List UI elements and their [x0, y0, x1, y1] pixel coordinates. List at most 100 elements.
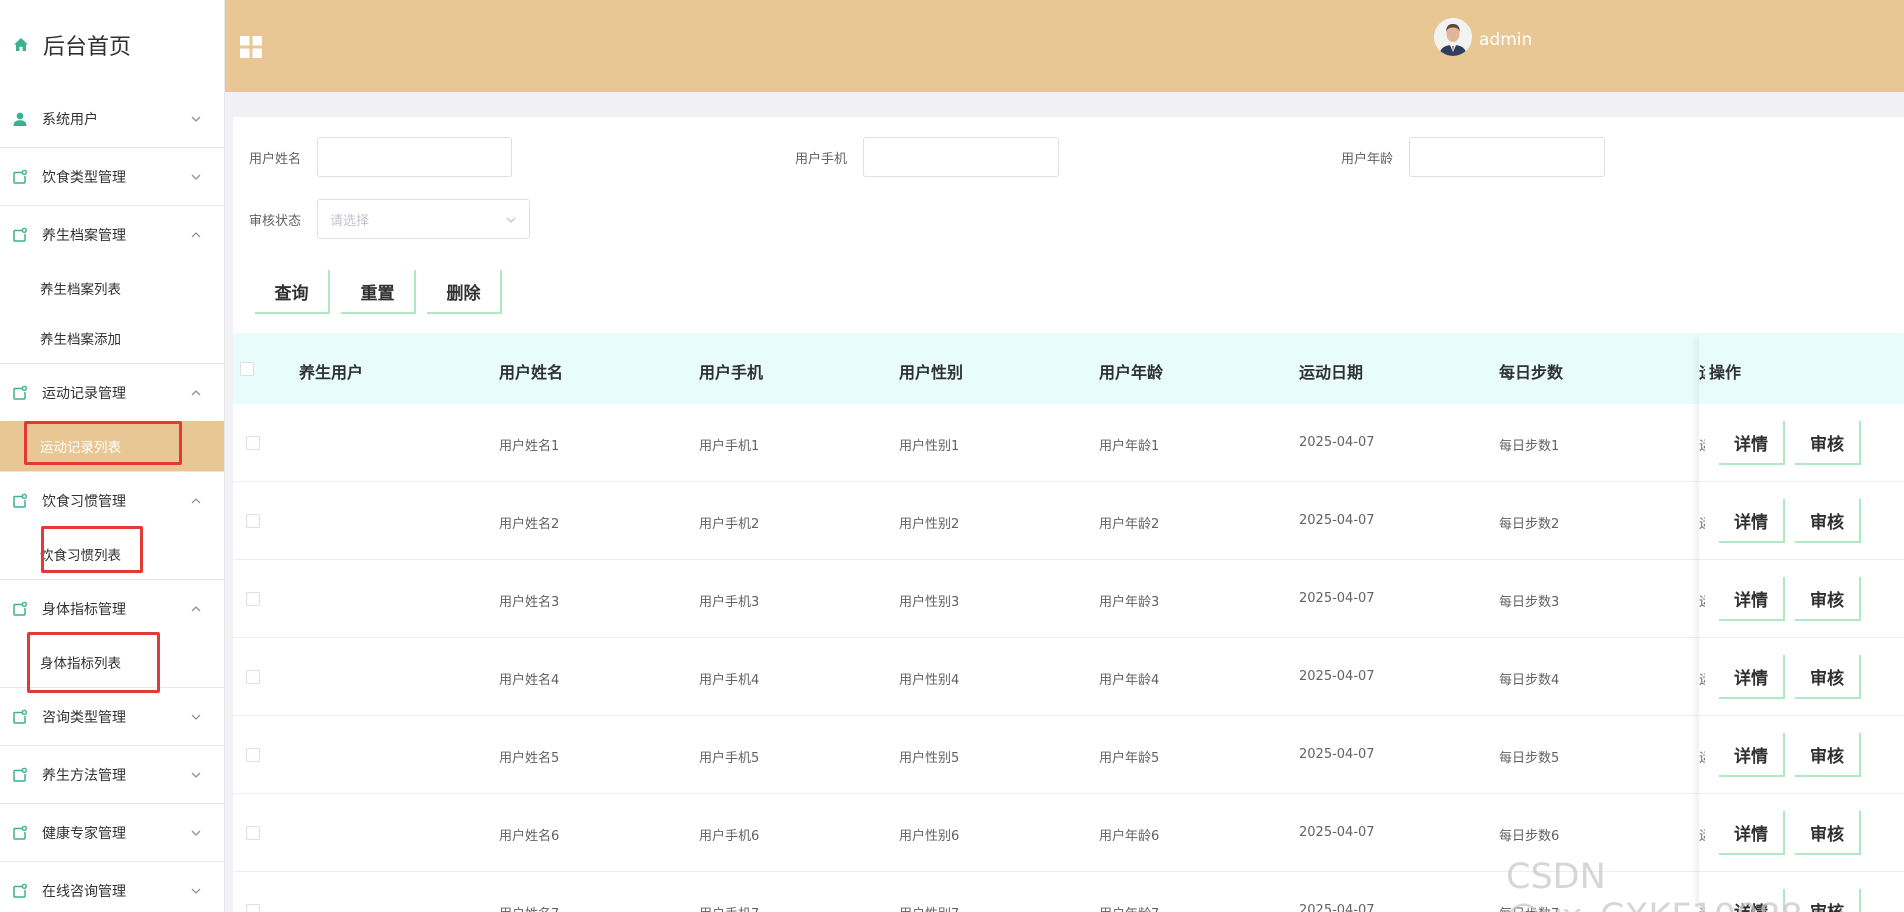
filter-age-input[interactable] [1409, 137, 1605, 177]
cell-gender: 用户性别2 [899, 517, 960, 532]
table-row: 用户姓名1 用户手机1 用户性别1 用户年龄1 2025-04-07 每日步数1… [233, 404, 1904, 482]
cell-clipped: 运 [1699, 513, 1705, 532]
cell-name: 用户姓名4 [499, 673, 560, 688]
avatar[interactable] [1434, 18, 1472, 56]
cell-age: 用户年龄4 [1099, 673, 1160, 688]
menu-group-online-consult: 在线咨询管理 [0, 862, 224, 912]
delete-button[interactable]: 删除 [427, 270, 502, 314]
menu-head-diet-type[interactable]: 饮食类型管理 [0, 148, 224, 205]
row-checkbox[interactable] [246, 670, 260, 684]
menu-label: 系统用户 [42, 111, 98, 128]
menu-label: 运动记录管理 [42, 385, 126, 402]
menu-head-exercise-record[interactable]: 运动记录管理 [0, 364, 224, 421]
detail-button[interactable]: 详情 [1719, 733, 1785, 777]
row-checkbox[interactable] [246, 748, 260, 762]
brand[interactable]: 后台首页 [0, 0, 224, 90]
cell-clipped: 运 [1699, 591, 1705, 610]
row-checkbox[interactable] [246, 436, 260, 450]
cell-phone: 用户手机2 [699, 517, 760, 532]
menu-label: 饮食类型管理 [42, 169, 126, 186]
col-user-gender: 用户性别 [899, 363, 964, 382]
module-icon [13, 227, 28, 242]
module-icon [13, 709, 28, 724]
menu-group-consult-type: 咨询类型管理 [0, 688, 224, 746]
audit-button[interactable]: 审核 [1795, 811, 1861, 855]
menu-group-system-users: 系统用户 [0, 90, 224, 148]
menu-head-consult-type[interactable]: 咨询类型管理 [0, 688, 224, 745]
menu-head-health-archive[interactable]: 养生档案管理 [0, 206, 224, 263]
row-checkbox[interactable] [246, 592, 260, 606]
reset-button[interactable]: 重置 [341, 270, 416, 314]
cell-gender: 用户性别3 [899, 595, 960, 610]
chevron-down-icon [191, 714, 201, 720]
module-icon [13, 601, 28, 616]
select-all-checkbox[interactable] [240, 362, 254, 376]
row-checkbox[interactable] [246, 514, 260, 528]
cell-age: 用户年龄3 [1099, 595, 1160, 610]
filter-phone-input[interactable] [863, 137, 1059, 177]
cell-phone: 用户手机5 [699, 751, 760, 766]
menu-head-online-consult[interactable]: 在线咨询管理 [0, 862, 224, 912]
audit-button[interactable]: 审核 [1795, 655, 1861, 699]
top-header: admin [225, 0, 1904, 92]
cell-date: 2025-04-07 [1299, 747, 1375, 762]
sidebar-item-archive-add[interactable]: 养生档案添加 [0, 313, 224, 363]
cell-date: 2025-04-07 [1299, 669, 1375, 684]
menu-head-system-users[interactable]: 系统用户 [0, 90, 224, 147]
col-user-age: 用户年龄 [1099, 363, 1164, 382]
col-user-name: 用户姓名 [499, 363, 564, 382]
cell-phone: 用户手机3 [699, 595, 760, 610]
detail-button[interactable]: 详情 [1719, 655, 1785, 699]
table-header: 养生用户 用户姓名 用户手机 用户性别 用户年龄 运动日期 每日步数 运 操作 [233, 333, 1904, 404]
sidebar-item-diet-habit-list[interactable]: 饮食习惯列表 [0, 529, 224, 579]
cell-name: 用户姓名6 [499, 829, 560, 844]
brand-title: 后台首页 [43, 35, 132, 60]
detail-button[interactable]: 详情 [1719, 577, 1785, 621]
menu-head-health-expert[interactable]: 健康专家管理 [0, 804, 224, 861]
detail-button[interactable]: 详情 [1719, 811, 1785, 855]
filter-phone-label: 用户手机 [795, 152, 848, 167]
filter-status-label: 审核状态 [249, 214, 302, 229]
table-row: 用户姓名6 用户手机6 用户性别6 用户年龄6 2025-04-07 每日步数6… [233, 794, 1904, 872]
cell-age: 用户年龄5 [1099, 751, 1160, 766]
username[interactable]: admin [1479, 30, 1532, 50]
chevron-down-icon [191, 116, 201, 122]
query-button[interactable]: 查询 [255, 270, 330, 314]
grid-menu-icon[interactable] [240, 36, 262, 58]
cell-clipped: 运 [1699, 669, 1705, 688]
menu-head-diet-habit[interactable]: 饮食习惯管理 [0, 472, 224, 529]
chevron-down-icon [191, 888, 201, 894]
audit-button[interactable]: 审核 [1795, 577, 1861, 621]
cell-gender: 用户性别6 [899, 829, 960, 844]
cell-name: 用户姓名3 [499, 595, 560, 610]
detail-button[interactable]: 详情 [1719, 499, 1785, 543]
audit-button[interactable]: 审核 [1795, 421, 1861, 465]
module-icon [13, 169, 28, 184]
chevron-down-icon [506, 217, 516, 223]
menu-label: 养生方法管理 [42, 767, 126, 784]
cell-gender: 用户性别4 [899, 673, 960, 688]
col-health-user: 养生用户 [299, 363, 364, 382]
row-checkbox[interactable] [246, 826, 260, 840]
menu-head-body-metrics[interactable]: 身体指标管理 [0, 580, 224, 637]
chevron-up-icon [191, 497, 201, 503]
detail-button[interactable]: 详情 [1719, 889, 1785, 912]
audit-button[interactable]: 审核 [1795, 733, 1861, 777]
cell-steps: 每日步数2 [1499, 517, 1560, 532]
detail-button[interactable]: 详情 [1719, 421, 1785, 465]
menu-group-health-method: 养生方法管理 [0, 746, 224, 804]
chevron-up-icon [191, 605, 201, 611]
cell-phone: 用户手机7 [699, 903, 759, 912]
table-row: 用户姓名3 用户手机3 用户性别3 用户年龄3 2025-04-07 每日步数3… [233, 560, 1904, 638]
audit-button[interactable]: 审核 [1795, 499, 1861, 543]
sidebar-item-body-metrics-list[interactable]: 身体指标列表 [0, 637, 224, 687]
menu-head-health-method[interactable]: 养生方法管理 [0, 746, 224, 803]
audit-button[interactable]: 审核 [1795, 889, 1861, 912]
filter-status-select[interactable]: 请选择 [317, 199, 530, 239]
sidebar-item-exercise-list[interactable]: 运动记录列表 [0, 421, 224, 471]
sidebar-item-archive-list[interactable]: 养生档案列表 [0, 263, 224, 313]
user-icon [13, 112, 27, 126]
row-checkbox[interactable] [246, 904, 260, 912]
menu-group-exercise-record: 运动记录管理 运动记录列表 [0, 364, 224, 472]
filter-name-input[interactable] [317, 137, 512, 177]
